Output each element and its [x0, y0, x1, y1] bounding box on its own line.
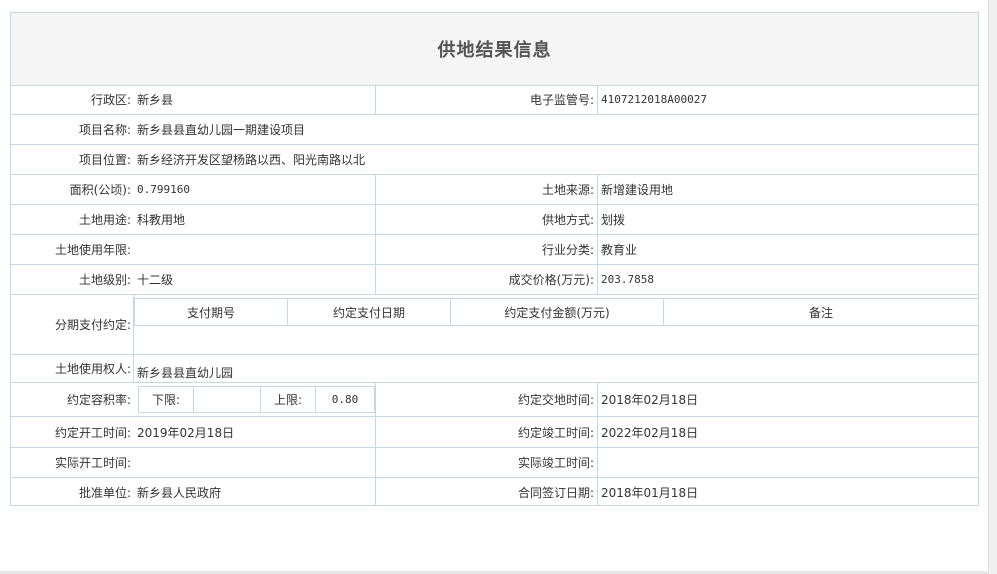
- actual-start-label: 实际开工时间:: [54, 456, 131, 470]
- area-value: 0.799160: [137, 183, 190, 196]
- handover-time-label: 约定交地时间:: [517, 393, 594, 407]
- installment-header-amount: 约定支付金额(万元): [504, 305, 610, 320]
- district-value: 新乡县: [137, 93, 174, 107]
- industry-label: 行业分类:: [541, 243, 594, 257]
- land-source-value: 新增建设用地: [601, 183, 674, 197]
- row-district: 行政区: 新乡县 电子监管号: 4107212018A00027: [11, 85, 978, 115]
- plot-ratio-lower-label: 下限:: [151, 393, 181, 407]
- project-location-value: 新乡经济开发区望杨路以西、阳光南路以北: [137, 153, 366, 167]
- actual-start-value: [134, 448, 375, 477]
- start-time-value: 2019年02月18日: [137, 425, 235, 440]
- plot-ratio-upper-label: 上限:: [273, 393, 303, 407]
- plot-ratio-lower-value: [194, 387, 260, 412]
- page-title: 供地结果信息: [437, 40, 552, 61]
- approval-unit-value: 新乡县人民政府: [137, 485, 222, 500]
- vertical-scrollbar[interactable]: [988, 0, 997, 574]
- plot-ratio-label: 约定容积率:: [66, 393, 131, 407]
- district-label: 行政区:: [90, 93, 131, 107]
- land-grade-label: 土地级别:: [78, 273, 131, 287]
- supervision-no-label: 电子监管号:: [529, 93, 594, 107]
- plot-ratio-box: 下限: 上限: 0.80: [138, 386, 375, 413]
- installment-header-date: 约定支付日期: [332, 305, 405, 320]
- installment-table: 支付期号 约定支付日期 约定支付金额(万元) 备注: [134, 298, 979, 326]
- panel-title-bar: 供地结果信息: [11, 13, 978, 86]
- row-land-grade: 土地级别: 十二级 成交价格(万元): 203.7858: [11, 265, 978, 295]
- row-actual-start: 实际开工时间: 实际竣工时间:: [11, 448, 978, 478]
- use-term-value: [134, 235, 375, 264]
- installment-header-period: 支付期号: [186, 305, 235, 320]
- completion-time-label: 约定竣工时间:: [517, 425, 594, 440]
- land-use-label: 土地用途:: [78, 213, 131, 227]
- approval-unit-label: 批准单位:: [78, 485, 131, 500]
- row-installment: 分期支付约定: 支付期号 约定支付日期 约定支付金额(万元) 备注: [11, 295, 979, 355]
- row-project-location: 项目位置: 新乡经济开发区望杨路以西、阳光南路以北: [11, 145, 978, 175]
- owner-label: 土地使用权人:: [54, 362, 131, 376]
- supply-method-label: 供地方式:: [541, 213, 594, 227]
- row-approval-unit: 批准单位: 新乡县人民政府 合同签订日期: 2018年01月18日: [11, 478, 978, 506]
- actual-completion-label: 实际竣工时间:: [517, 456, 594, 470]
- row-project-name: 项目名称: 新乡县县直幼儿园一期建设项目: [11, 115, 978, 145]
- row-land-use: 土地用途: 科教用地 供地方式: 划拨: [11, 205, 978, 235]
- row-owner: 土地使用权人: 新乡县县直幼儿园: [11, 355, 978, 383]
- area-label: 面积(公顷):: [69, 183, 131, 197]
- land-source-label: 土地来源:: [541, 183, 594, 197]
- actual-completion-value: [598, 448, 978, 477]
- land-supply-result-panel: 供地结果信息 行政区: 新乡县 电子监管号: 4107212018A00027 …: [10, 12, 979, 506]
- price-value: 203.7858: [601, 273, 654, 286]
- start-time-label: 约定开工时间:: [54, 425, 131, 440]
- row-start-time: 约定开工时间: 2019年02月18日 约定竣工时间: 2022年02月18日: [11, 417, 978, 448]
- use-term-label: 土地使用年限:: [54, 243, 131, 257]
- supervision-no-value: 4107212018A00027: [601, 93, 707, 106]
- land-use-value: 科教用地: [137, 213, 186, 227]
- land-grade-value: 十二级: [137, 273, 174, 287]
- contract-date-label: 合同签订日期:: [517, 485, 594, 500]
- project-name-value: 新乡县县直幼儿园一期建设项目: [137, 123, 306, 137]
- row-use-term: 土地使用年限: 行业分类: 教育业: [11, 235, 978, 265]
- supply-method-value: 划拨: [601, 213, 626, 227]
- project-location-label: 项目位置:: [78, 153, 131, 167]
- project-name-label: 项目名称:: [78, 123, 131, 137]
- handover-time-value: 2018年02月18日: [601, 393, 699, 407]
- row-plot-ratio: 约定容积率: 下限: 上限: 0.80 约定交地时间: 2018年02月18日: [11, 383, 978, 417]
- row-area: 面积(公顷): 0.799160 土地来源: 新增建设用地: [11, 175, 978, 205]
- owner-value: 新乡县县直幼儿园: [137, 366, 234, 380]
- installment-header-remark: 备注: [808, 305, 833, 320]
- installment-label: 分期支付约定:: [54, 318, 131, 332]
- completion-time-value: 2022年02月18日: [601, 425, 699, 440]
- price-label: 成交价格(万元):: [508, 273, 594, 287]
- industry-value: 教育业: [601, 243, 638, 257]
- plot-ratio-upper-value: 0.80: [331, 393, 359, 406]
- contract-date-value: 2018年01月18日: [601, 485, 699, 500]
